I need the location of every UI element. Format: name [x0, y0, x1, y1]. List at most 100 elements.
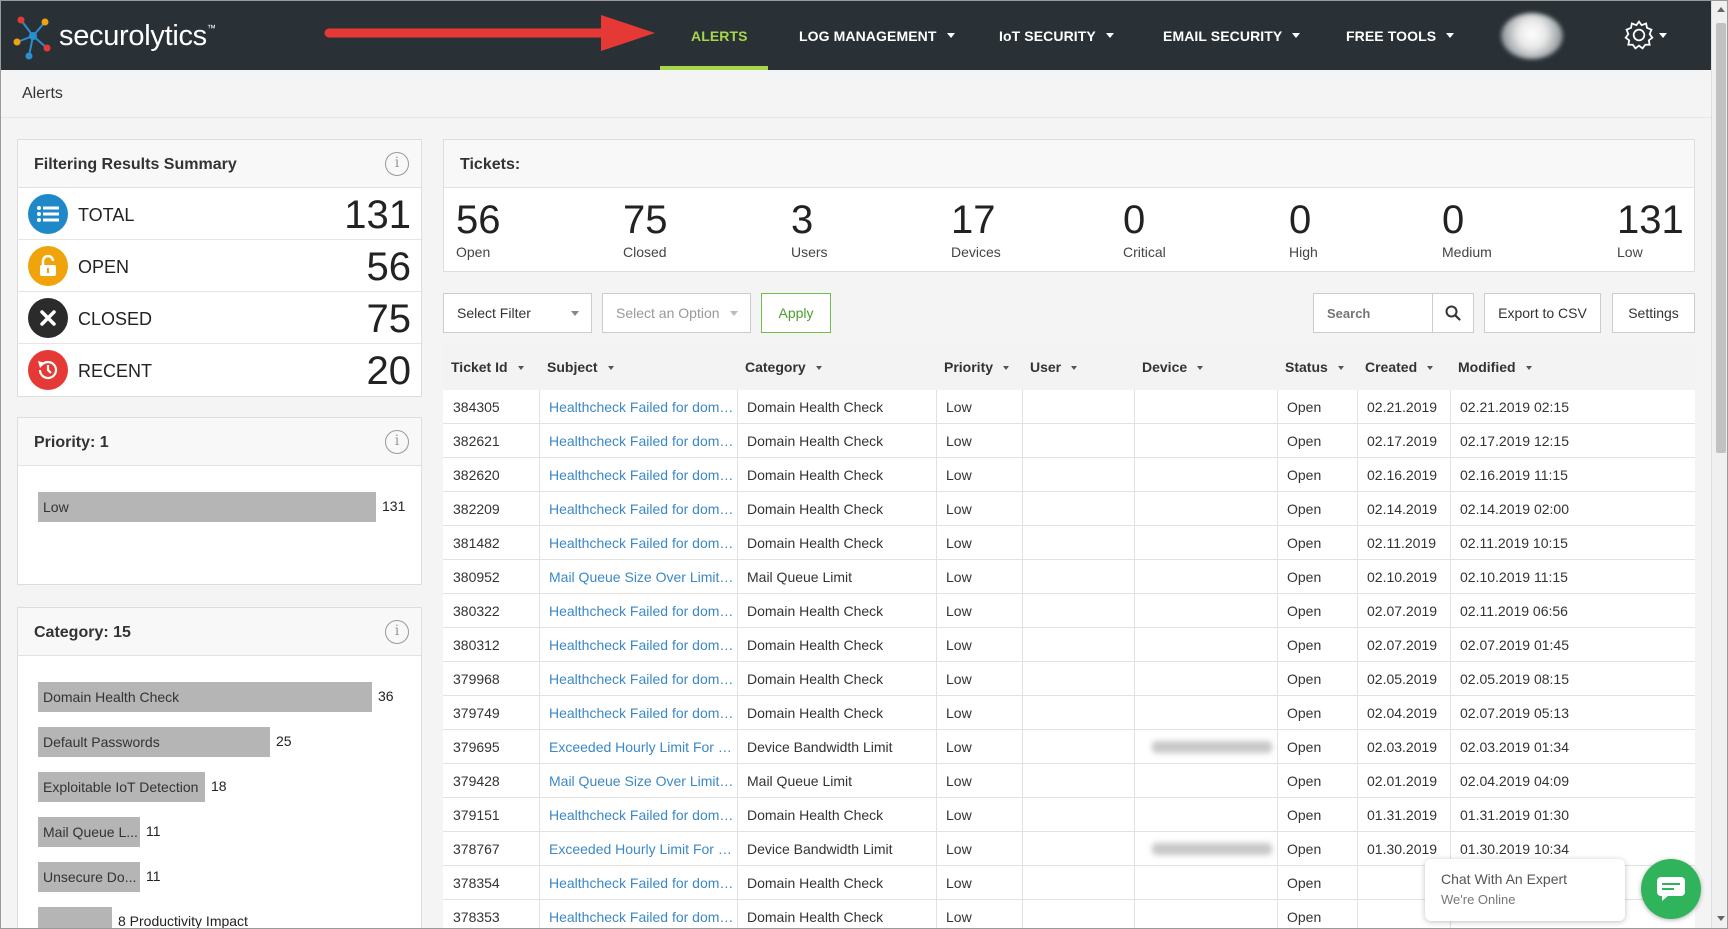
cell-category: Domain Health Check: [747, 433, 884, 449]
cell-subject[interactable]: Healthcheck Failed for domai...: [549, 594, 735, 628]
scroll-up-icon[interactable]: [1717, 7, 1725, 12]
search-input[interactable]: [1314, 294, 1432, 332]
column-header-status[interactable]: Status: [1285, 344, 1344, 390]
table-row[interactable]: 382620 Healthcheck Failed for domai... Dom…: [443, 458, 1695, 492]
column-header-modified[interactable]: Modified: [1458, 344, 1532, 390]
cell-subject[interactable]: Mail Queue Size Over Limit for...: [549, 764, 735, 798]
table-row[interactable]: 382209 Healthcheck Failed for domai... Dom…: [443, 492, 1695, 526]
info-icon[interactable]: i: [385, 430, 409, 454]
apply-button[interactable]: Apply: [761, 293, 831, 333]
cell-subject[interactable]: Healthcheck Failed for domai...: [549, 696, 735, 730]
cell-ticket-id: 380952: [453, 569, 500, 585]
table-row[interactable]: 380322 Healthcheck Failed for domai... Dom…: [443, 594, 1695, 628]
table-row[interactable]: 384305 Healthcheck Failed for domai... Dom…: [443, 390, 1695, 424]
column-header-priority[interactable]: Priority: [944, 344, 1010, 390]
cell-status: Open: [1287, 501, 1322, 517]
bar: Domain Health Check: [38, 682, 372, 712]
cell-subject[interactable]: Mail Queue Size Over Limit for...: [549, 560, 735, 594]
kpi-high[interactable]: 0 High: [1289, 200, 1318, 260]
scroll-down-icon[interactable]: [1717, 916, 1725, 921]
kpi-devices[interactable]: 17 Devices: [951, 200, 1001, 260]
chat-button[interactable]: [1641, 859, 1701, 919]
cell-priority: Low: [946, 807, 972, 823]
kpi-open[interactable]: 56 Open: [456, 200, 501, 260]
cell-modified: 02.11.2019 10:15: [1460, 535, 1568, 551]
chat-prompt[interactable]: Chat With An Expert We're Online: [1425, 859, 1625, 921]
table-row[interactable]: 382621 Healthcheck Failed for domai... Dom…: [443, 424, 1695, 458]
cell-subject[interactable]: Healthcheck Failed for domai...: [549, 628, 735, 662]
column-header-subject[interactable]: Subject: [547, 344, 614, 390]
cell-subject[interactable]: Exceeded Hourly Limit For Ba...: [549, 730, 735, 764]
cell-subject[interactable]: Healthcheck Failed for domai...: [549, 424, 735, 458]
nav-alerts[interactable]: ALERTS: [691, 1, 748, 70]
nav-log-management-label: LOG MANAGEMENT: [799, 27, 937, 44]
kpi-users[interactable]: 3 Users: [791, 200, 828, 260]
column-header-label: User: [1030, 359, 1062, 375]
table-row[interactable]: 379749 Healthcheck Failed for domai... Dom…: [443, 696, 1695, 730]
kpi-label: Users: [791, 244, 828, 260]
summary-row-open[interactable]: OPEN 56: [18, 240, 421, 292]
cell-subject[interactable]: Healthcheck Failed for domai...: [549, 526, 735, 560]
kpi-value: 131: [1617, 198, 1684, 242]
annotation-arrow-icon: [324, 15, 655, 51]
column-header-user[interactable]: User: [1030, 344, 1078, 390]
info-icon[interactable]: i: [385, 152, 409, 176]
nav-iot-security[interactable]: IoT SECURITY: [999, 1, 1114, 70]
kpi-closed[interactable]: 75 Closed: [623, 200, 668, 260]
sort-icon: [517, 366, 524, 371]
kpi-medium[interactable]: 0 Medium: [1442, 200, 1492, 260]
cell-subject[interactable]: Exceeded Hourly Limit For Ba...: [549, 832, 735, 866]
cell-subject[interactable]: Healthcheck Failed for domai...: [549, 662, 735, 696]
logo[interactable]: securolytics ™: [11, 11, 216, 61]
settings-menu[interactable]: [1623, 15, 1667, 55]
search-button[interactable]: [1432, 293, 1474, 333]
cell-ticket-id: 381482: [453, 535, 500, 551]
summary-row-total[interactable]: TOTAL 131: [18, 188, 421, 240]
priority-header: Priority: 1 i: [18, 418, 421, 466]
bar: [38, 907, 112, 928]
table-row[interactable]: 379151 Healthcheck Failed for domai... Dom…: [443, 798, 1695, 832]
bar-count: 25: [276, 733, 292, 749]
bar: Low: [38, 492, 376, 522]
summary-row-closed[interactable]: CLOSED 75: [18, 292, 421, 344]
filter-select[interactable]: Select Filter: [443, 293, 592, 333]
kpi-value: 75: [623, 198, 668, 242]
table-row[interactable]: 381482 Healthcheck Failed for domai... Dom…: [443, 526, 1695, 560]
nav-email-security[interactable]: EMAIL SECURITY: [1163, 1, 1301, 70]
table-row[interactable]: 380952 Mail Queue Size Over Limit for... M…: [443, 560, 1695, 594]
summary-row-recent[interactable]: RECENT 20: [18, 344, 421, 396]
cell-subject[interactable]: Healthcheck Failed for domai...: [549, 798, 735, 832]
cell-priority: Low: [946, 841, 972, 857]
column-header-ticket-id[interactable]: Ticket Id: [451, 344, 524, 390]
table-row[interactable]: 379695 Exceeded Hourly Limit For Ba... Dev…: [443, 730, 1695, 764]
nav-log-management[interactable]: LOG MANAGEMENT: [799, 1, 955, 70]
kpi-value: 0: [1123, 198, 1146, 242]
cell-ticket-id: 379749: [453, 705, 500, 721]
table-row[interactable]: 380312 Healthcheck Failed for domai... Dom…: [443, 628, 1695, 662]
kpi-critical[interactable]: 0 Critical: [1123, 200, 1166, 260]
cell-status: Open: [1287, 909, 1322, 925]
nav-free-tools[interactable]: FREE TOOLS: [1346, 1, 1455, 70]
table-row[interactable]: 379968 Healthcheck Failed for domai... Dom…: [443, 662, 1695, 696]
cell-subject[interactable]: Healthcheck Failed for domai...: [549, 866, 735, 900]
cell-subject[interactable]: Healthcheck Failed for domai...: [549, 492, 735, 526]
summary-header: Filtering Results Summary i: [18, 140, 421, 188]
kpi-low[interactable]: 131 Low: [1617, 200, 1684, 260]
chat-bubble-icon: [1657, 877, 1685, 901]
page-scrollbar[interactable]: [1711, 1, 1727, 928]
cell-subject[interactable]: Healthcheck Failed for domai...: [549, 900, 735, 928]
cell-subject[interactable]: Healthcheck Failed for domai...: [549, 458, 735, 492]
cell-subject[interactable]: Healthcheck Failed for domai...: [549, 390, 735, 424]
scroll-thumb[interactable]: [1716, 23, 1726, 453]
summary-value: 131: [344, 193, 411, 237]
column-header-category[interactable]: Category: [745, 344, 822, 390]
table-row[interactable]: 379428 Mail Queue Size Over Limit for... M…: [443, 764, 1695, 798]
column-header-created[interactable]: Created: [1365, 344, 1434, 390]
settings-button[interactable]: Settings: [1612, 293, 1695, 333]
column-header-label: Priority: [944, 359, 994, 375]
column-header-device[interactable]: Device: [1142, 344, 1204, 390]
user-avatar[interactable]: [1501, 13, 1563, 59]
info-icon[interactable]: i: [385, 620, 409, 644]
export-csv-button[interactable]: Export to CSV: [1484, 293, 1601, 333]
option-select[interactable]: Select an Option: [602, 293, 751, 333]
